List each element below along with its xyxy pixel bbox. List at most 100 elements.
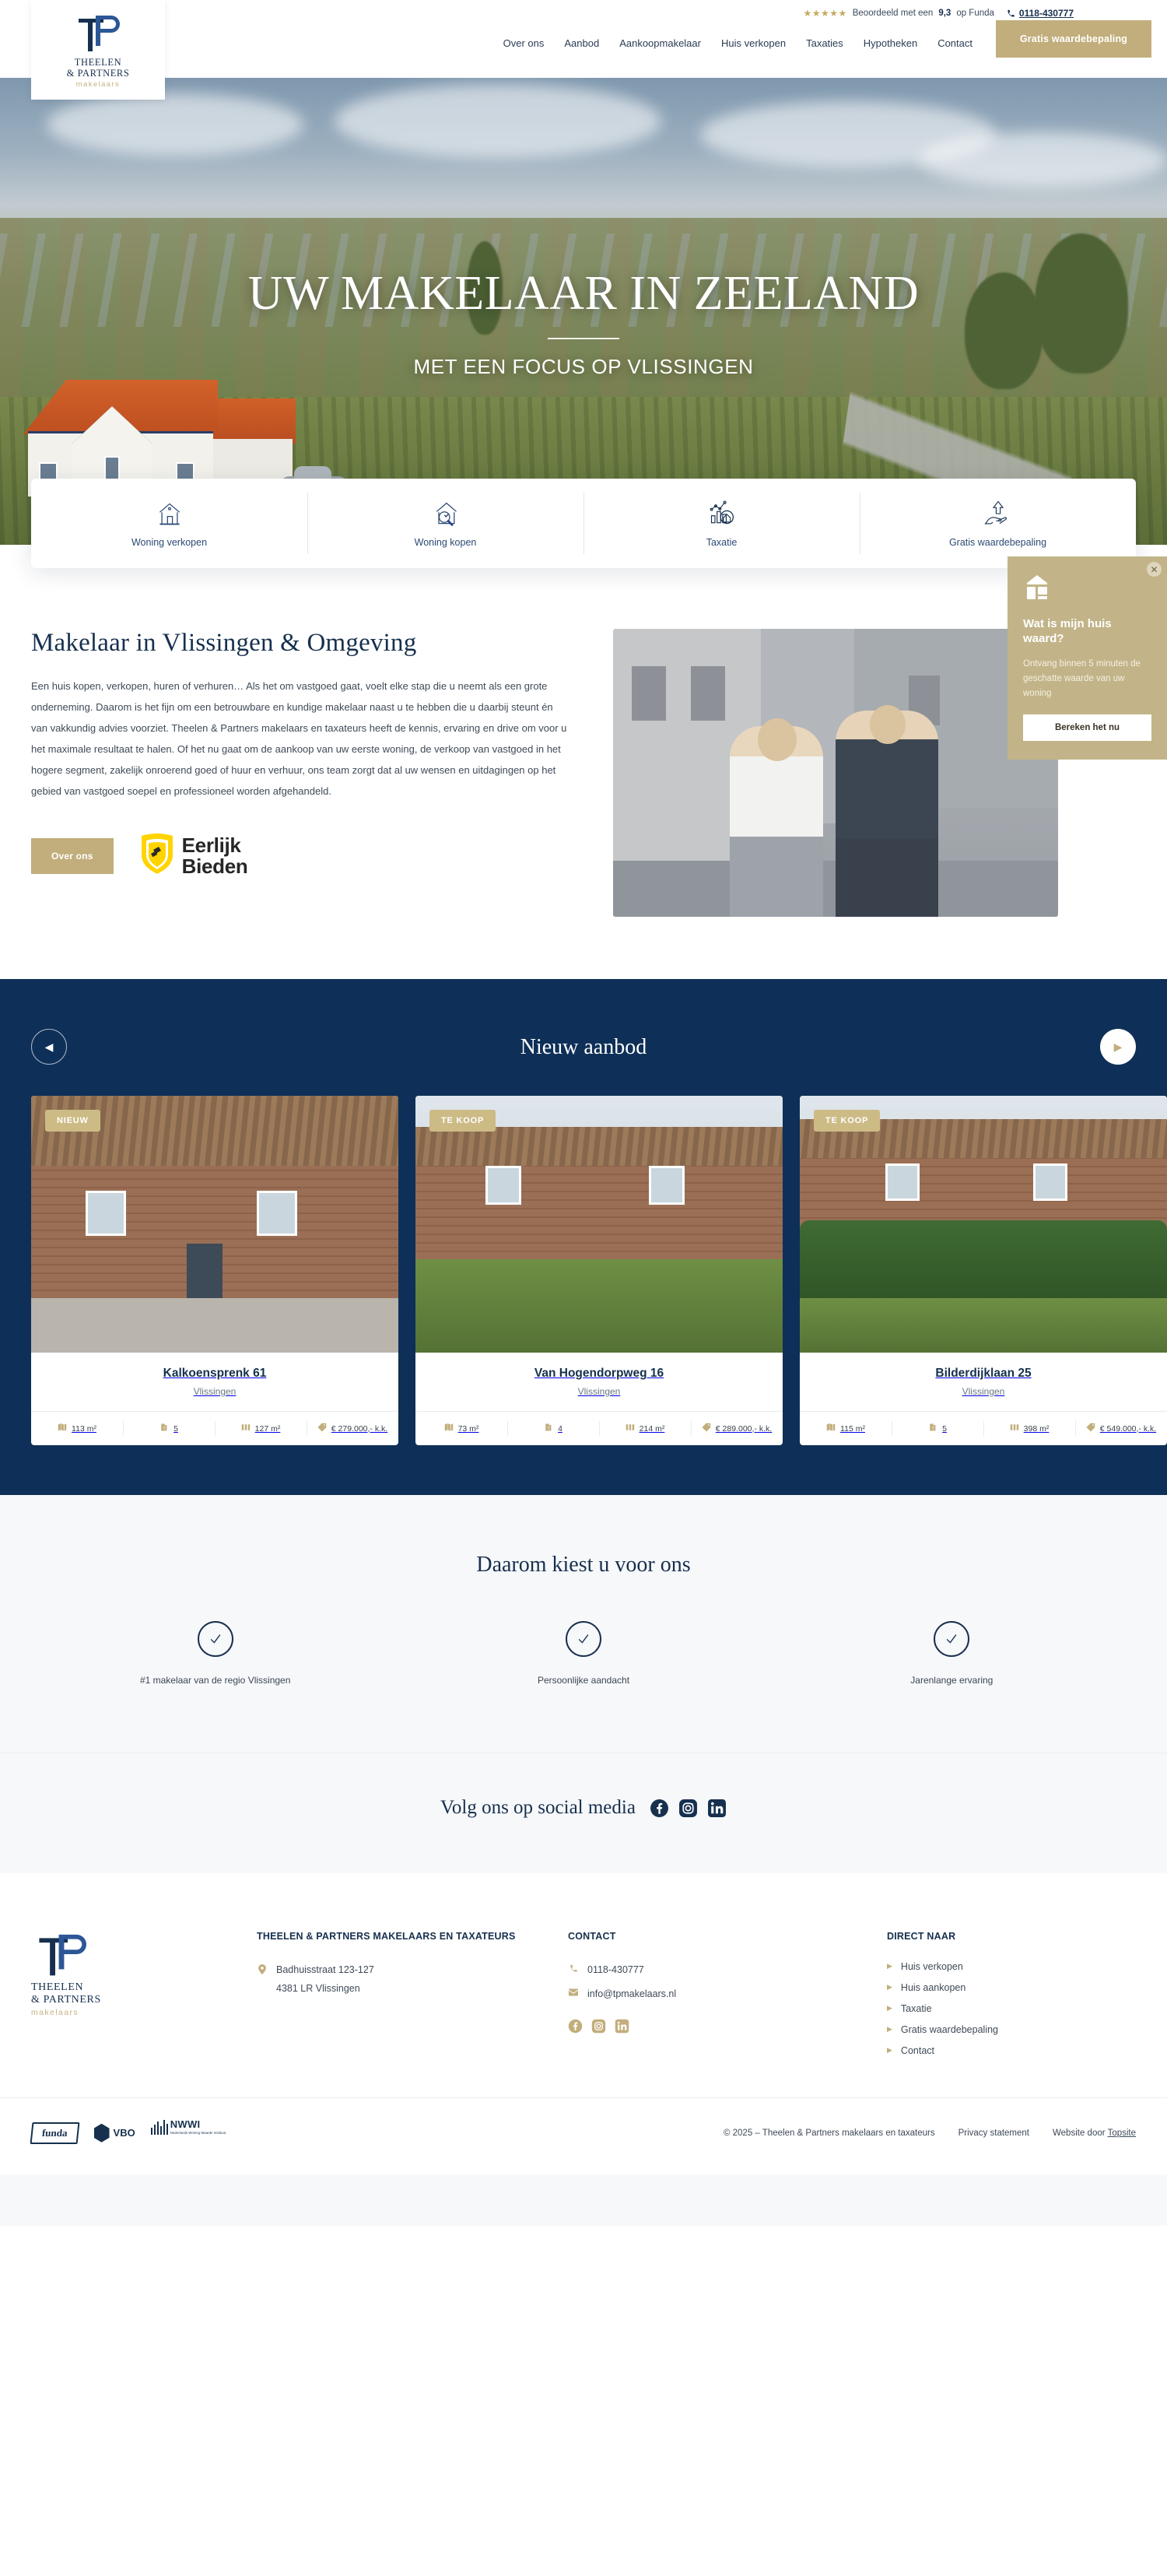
usp-title: Daarom kiest u voor ons xyxy=(476,1553,691,1577)
spec-plot-area: 127 m² xyxy=(215,1412,307,1445)
credit-link[interactable]: Topsite xyxy=(1108,2129,1136,2138)
rating-prefix: Beoordeeld met een xyxy=(852,9,934,18)
caret-right-icon: ▶ xyxy=(887,2004,892,2013)
footer-street: Badhuisstraat 123-127 xyxy=(276,1964,374,1975)
footer-email-line[interactable]: info@tpmakelaars.nl xyxy=(568,1985,856,2004)
vbo-logo[interactable]: VBO xyxy=(93,2118,135,2148)
header-phone-link[interactable]: 0118-430777 xyxy=(1007,8,1074,19)
footer-address-text: Badhuisstraat 123-127 4381 LR Vlissingen xyxy=(276,1961,374,1999)
spec-plot-area: 398 m² xyxy=(983,1412,1075,1445)
property-card[interactable]: NIEUW Kalkoensprenk 61 Vlissingen 113 m²… xyxy=(31,1096,398,1445)
nav-item-aankoopmakelaar[interactable]: Aankoopmakelaar xyxy=(619,34,701,52)
footer-link[interactable]: Huis verkopen xyxy=(901,1961,963,1972)
main-navigation: Over ons Aanbod Aankoopmakelaar Huis ver… xyxy=(503,34,972,52)
service-woning-kopen[interactable]: Woning kopen xyxy=(307,479,584,568)
usp-label: #1 makelaar van de regio Vlissingen xyxy=(139,1675,291,1686)
footer-logo-line1: THEELEN xyxy=(31,1981,84,1993)
footer-logo[interactable]: THEELEN & PARTNERS makelaars xyxy=(31,1929,226,2066)
linkedin-icon[interactable] xyxy=(707,1799,727,1818)
logo-name-line1: THEELEN xyxy=(74,56,122,68)
over-ons-button[interactable]: Over ons xyxy=(31,837,114,874)
footer-links-title: Direct naar xyxy=(887,1931,956,1942)
listings-header: ◀ Nieuw aanbod ▶ xyxy=(0,1023,1167,1072)
nav-item-contact[interactable]: Contact xyxy=(937,34,972,52)
eerlijk-bieden-shield-icon xyxy=(140,833,174,879)
spec-value: 113 m² xyxy=(72,1423,96,1434)
funda-logo[interactable]: funda xyxy=(30,2118,80,2148)
usp-row: #1 makelaar van de regio Vlissingen Pers… xyxy=(31,1621,1136,1686)
nav-item-aanbod[interactable]: Aanbod xyxy=(564,34,599,52)
widget-title: Wat is mijn huis waard? xyxy=(1023,617,1112,646)
spec-value: € 279.000,- k.k. xyxy=(331,1423,388,1434)
spec-price: € 289.000,- k.k. xyxy=(691,1412,783,1445)
service-woning-verkopen[interactable]: Woning verkopen xyxy=(31,479,307,568)
listings-carousel[interactable]: NIEUW Kalkoensprenk 61 Vlissingen 113 m²… xyxy=(0,1072,1167,1445)
footer-links-column: Direct naar ▶ Huis verkopen ▶ Huis aankope… xyxy=(887,1929,1136,2066)
nav-item-taxaties[interactable]: Taxaties xyxy=(806,34,843,52)
site-header: ★★★★★ Beoordeeld met een 9,3 op Funda 01… xyxy=(0,0,1167,100)
phone-icon xyxy=(1007,9,1015,18)
waardebepaling-widget[interactable]: ✕ Wat is mijn huis waard? Ontvang binnen… xyxy=(1008,556,1167,760)
close-icon[interactable]: ✕ xyxy=(1147,562,1162,577)
footer-address-title: Theelen & Partners makelaars en taxateur… xyxy=(257,1931,516,1942)
service-taxatie[interactable]: Taxatie xyxy=(584,479,860,568)
footer-logo-line2: & PARTNERS xyxy=(31,1994,101,2006)
envelope-icon xyxy=(568,1985,579,2004)
rating-stars-icon: ★★★★★ xyxy=(803,8,847,19)
service-label: Taxatie xyxy=(706,537,738,548)
instagram-icon[interactable] xyxy=(678,1799,698,1818)
website-credit: Website door Topsite xyxy=(1053,2129,1136,2138)
plot-area-icon xyxy=(626,1423,635,1434)
hero-banner: UW MAKELAAR IN ZEELAND MET EEN FOCUS OP … xyxy=(0,78,1167,545)
nav-item-over-ons[interactable]: Over ons xyxy=(503,34,545,52)
listings-section: ◀ Nieuw aanbod ▶ NIEUW Kalkoensprenk 61 xyxy=(0,979,1167,1495)
spec-living-area: 73 m² xyxy=(415,1412,507,1445)
gratis-waardebepaling-button[interactable]: Gratis waardebepaling xyxy=(996,20,1151,58)
property-badge: TE KOOP xyxy=(814,1110,881,1132)
nav-item-hypotheken[interactable]: Hypotheken xyxy=(864,34,917,52)
footer-email-address[interactable]: info@tpmakelaars.nl xyxy=(587,1985,676,2004)
footer-phone-line[interactable]: 0118-430777 xyxy=(568,1961,856,1980)
caret-right-icon: ▶ xyxy=(887,2025,892,2034)
service-bar-wrapper: Woning verkopen Woning kopen Taxatie Gra… xyxy=(0,479,1167,568)
team-photo xyxy=(613,629,1058,917)
footer-contact-column: Contact 0118-430777 info@tpmakelaars.nl xyxy=(568,1929,856,2066)
footer-link[interactable]: Huis aankopen xyxy=(901,1982,965,1993)
privacy-statement-link[interactable]: Privacy statement xyxy=(958,2129,1029,2138)
service-bar: Woning verkopen Woning kopen Taxatie Gra… xyxy=(31,479,1136,568)
footer-link-item[interactable]: ▶ Contact xyxy=(887,2045,1136,2056)
nwwi-logo[interactable]: NWWI Nederlands Woning Waarde Instituut xyxy=(150,2118,226,2148)
hand-house-icon xyxy=(983,499,1013,528)
caret-right-icon: ▶ xyxy=(887,2046,892,2055)
credit-prefix: Website door xyxy=(1053,2128,1106,2138)
caret-right-icon: ▶ xyxy=(887,1962,892,1971)
footer-link-item[interactable]: ▶ Taxatie xyxy=(887,2003,1136,2014)
carousel-prev-button[interactable]: ◀ xyxy=(31,1029,67,1065)
linkedin-icon[interactable] xyxy=(615,2019,629,2037)
footer-link[interactable]: Taxatie xyxy=(901,2003,932,2014)
footer-phone-number[interactable]: 0118-430777 xyxy=(587,1961,644,1980)
facebook-icon[interactable] xyxy=(650,1799,669,1818)
facebook-icon[interactable] xyxy=(568,2019,583,2037)
property-card[interactable]: TE KOOP Bilderdijklaan 25 Vlissingen 115… xyxy=(800,1096,1167,1445)
footer-link[interactable]: Gratis waardebepaling xyxy=(901,2024,998,2035)
property-body: Bilderdijklaan 25 Vlissingen 115 m² 5 39… xyxy=(800,1353,1167,1445)
nav-item-huis-verkopen[interactable]: Huis verkopen xyxy=(721,34,786,52)
property-city: Vlissingen xyxy=(962,1386,1005,1397)
instagram-icon[interactable] xyxy=(591,2019,606,2037)
price-tag-icon xyxy=(317,1423,327,1434)
vbo-hex-icon xyxy=(93,2123,110,2143)
site-logo[interactable]: THEELEN & PARTNERS makelaars xyxy=(31,0,165,100)
usp-item: Persoonlijke aandacht xyxy=(399,1621,767,1686)
property-card[interactable]: TE KOOP Van Hogendorpweg 16 Vlissingen 7… xyxy=(415,1096,783,1445)
intro-section: Makelaar in Vlissingen & Omgeving Een hu… xyxy=(0,568,1167,979)
footer-link-item[interactable]: ▶ Huis verkopen xyxy=(887,1961,1136,1972)
service-gratis-waardebepaling[interactable]: Gratis waardebepaling xyxy=(860,479,1136,568)
widget-body: Ontvang binnen 5 minuten de geschatte wa… xyxy=(1023,659,1141,698)
nwwi-bars-icon xyxy=(150,2119,168,2135)
footer-link-item[interactable]: ▶ Huis aankopen xyxy=(887,1982,1136,1993)
footer-link-item[interactable]: ▶ Gratis waardebepaling xyxy=(887,2024,1136,2035)
widget-cta-button[interactable]: Bereken het nu xyxy=(1023,714,1151,742)
carousel-next-button[interactable]: ▶ xyxy=(1100,1029,1136,1065)
footer-link[interactable]: Contact xyxy=(901,2045,934,2056)
